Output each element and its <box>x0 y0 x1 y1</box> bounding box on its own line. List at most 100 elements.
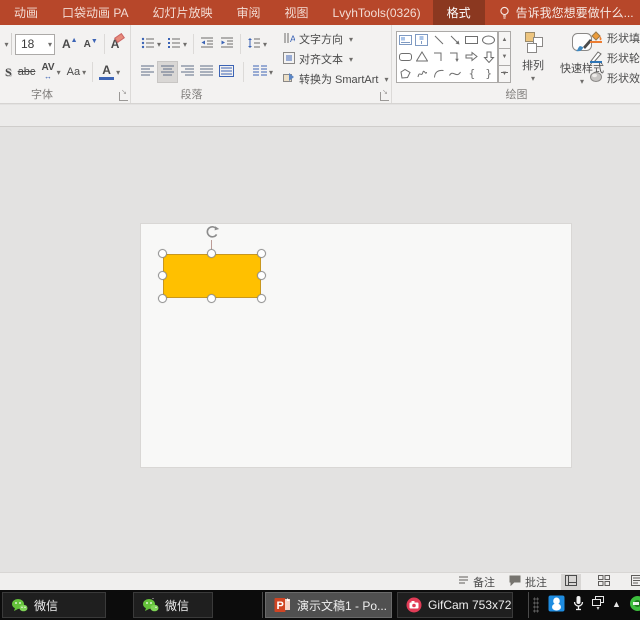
tab-review[interactable]: 审阅 <box>224 0 272 25</box>
line-spacing-button[interactable]: ▾ <box>244 33 270 55</box>
decrease-indent-button[interactable] <box>197 33 217 55</box>
divider <box>193 34 194 54</box>
qq-tray-icon[interactable] <box>548 595 565 612</box>
shape-block-arrow-right-icon[interactable] <box>464 49 481 66</box>
notes-button[interactable]: 备注 <box>458 574 495 590</box>
taskbar-powerpoint[interactable]: P 演示文稿1 - Po... <box>265 592 392 618</box>
font-size-combo[interactable]: 18 ▾ <box>15 34 55 55</box>
microphone-tray-icon[interactable] <box>573 595 584 612</box>
shape-elbow-arrow-connector-icon[interactable] <box>447 49 464 66</box>
increase-indent-button[interactable] <box>217 33 237 55</box>
shape-textbox-vertical-icon[interactable] <box>414 32 431 49</box>
shape-effects-icon <box>589 70 603 86</box>
shape-line-icon[interactable] <box>430 32 447 49</box>
shape-triangle-icon[interactable] <box>414 49 431 66</box>
distribute-text-button[interactable] <box>216 61 237 83</box>
change-case-button[interactable]: Aa▾ <box>64 61 89 83</box>
chevron-down-icon: ▾ <box>349 55 353 64</box>
shape-rectangle-icon[interactable] <box>464 32 481 49</box>
shape-elbow-connector-icon[interactable] <box>430 49 447 66</box>
divider <box>92 62 93 82</box>
arrange-button[interactable]: 排列 ▾ <box>515 29 551 91</box>
restore-windows-tray-icon[interactable]: ▾ <box>592 596 604 611</box>
normal-view-button[interactable] <box>561 574 581 590</box>
shrink-font-glyph: A <box>84 39 91 50</box>
selection-handle-sw[interactable] <box>158 294 167 303</box>
selection-handle-e[interactable] <box>257 271 266 280</box>
tab-pocket-animation[interactable]: 口袋动画 PA <box>50 0 140 25</box>
chevron-down-icon: ▾ <box>157 40 161 49</box>
shape-oval-icon[interactable] <box>480 32 497 49</box>
grow-font-button[interactable]: A▲ <box>59 33 81 55</box>
shape-arc-icon[interactable] <box>430 65 447 82</box>
tab-slideshow[interactable]: 幻灯片放映 <box>140 0 224 25</box>
text-shadow-button[interactable]: S <box>2 61 15 83</box>
shape-block-arrow-down-icon[interactable] <box>480 49 497 66</box>
wechat-icon <box>11 598 28 613</box>
selected-rectangle-shape[interactable] <box>163 254 261 298</box>
slide-sorter-view-button[interactable] <box>594 574 614 590</box>
font-color-button[interactable]: A ▾ <box>96 61 123 83</box>
selection-handle-se[interactable] <box>257 294 266 303</box>
taskbar-wechat-1[interactable]: 微信 <box>2 592 106 618</box>
green-app-tray-icon[interactable] <box>629 595 640 612</box>
chevron-down-icon: ▾ <box>116 68 120 77</box>
chevron-down-icon: ▾ <box>580 77 584 86</box>
shape-rounded-rectangle-icon[interactable] <box>397 49 414 66</box>
gallery-scroll-down-button[interactable]: ▼ <box>498 49 511 66</box>
align-text-button[interactable]: 对齐文本 ▾ <box>283 51 388 67</box>
selection-handle-nw[interactable] <box>158 249 167 258</box>
shape-fill-button[interactable]: 形状填充 <box>589 30 640 46</box>
show-hidden-icons-arrow[interactable]: ▲ <box>612 599 621 609</box>
justify-button[interactable] <box>197 61 216 83</box>
align-right-button[interactable] <box>178 61 197 83</box>
selection-handle-n[interactable] <box>207 249 216 258</box>
shape-outline-button[interactable]: 形状轮廓 <box>589 50 640 66</box>
divider <box>243 62 244 82</box>
slide-editing-area <box>0 128 640 572</box>
align-left-button[interactable] <box>138 61 157 83</box>
gallery-scroll-up-button[interactable]: ▲ <box>498 31 511 49</box>
font-color-swatch <box>99 77 114 80</box>
shape-outline-label: 形状轮廓 <box>607 50 640 66</box>
tell-me-box[interactable]: 告诉我您想要做什么... <box>499 0 634 25</box>
shape-effects-button[interactable]: 形状效果 <box>589 70 640 86</box>
tab-view[interactable]: 视图 <box>273 0 321 25</box>
strikethrough-button[interactable]: abc <box>15 61 39 83</box>
selection-handle-ne[interactable] <box>257 249 266 258</box>
shape-left-brace-icon[interactable]: { <box>464 65 481 82</box>
convert-smartart-button[interactable]: 转换为 SmartArt ▾ <box>283 71 388 87</box>
bullets-button[interactable]: ▾ <box>138 33 164 55</box>
shape-curve-icon[interactable] <box>447 65 464 82</box>
shape-right-brace-icon[interactable]: } <box>480 65 497 82</box>
shape-arrow-icon[interactable] <box>447 32 464 49</box>
comments-button[interactable]: 批注 <box>509 574 547 590</box>
character-spacing-button[interactable]: AV↔ ▾ <box>38 61 63 83</box>
clear-formatting-button[interactable]: A <box>108 33 123 55</box>
wechat-icon <box>142 598 159 613</box>
tab-format-active[interactable]: 格式 <box>433 0 485 25</box>
shape-textbox-horizontal-icon[interactable] <box>397 32 414 49</box>
shrink-font-button[interactable]: A▼ <box>81 33 101 55</box>
paragraph-dialog-launcher-icon[interactable] <box>380 92 389 101</box>
selection-handle-s[interactable] <box>207 294 216 303</box>
tab-lvyhtools[interactable]: LvyhTools(0326) <box>321 0 433 25</box>
numbering-button[interactable]: ▾ <box>164 33 190 55</box>
columns-button[interactable]: ▾ <box>250 61 276 83</box>
taskbar-wechat-2[interactable]: 微信 <box>133 592 213 618</box>
reading-view-button[interactable] <box>627 574 640 590</box>
text-direction-button[interactable]: A 文字方向 ▾ <box>283 31 388 47</box>
shape-scribble-icon[interactable] <box>414 65 431 82</box>
selection-handle-w[interactable] <box>158 271 167 280</box>
align-text-label: 对齐文本 <box>299 51 343 67</box>
font-name-dropdown-cut[interactable]: ▾ <box>0 33 12 55</box>
decrease-indent-icon <box>200 37 214 52</box>
shape-freeform-icon[interactable] <box>397 65 414 82</box>
slide[interactable] <box>140 223 572 468</box>
rotation-handle-icon[interactable] <box>204 224 220 240</box>
align-right-icon <box>181 65 194 79</box>
gallery-more-button[interactable]: ▼ <box>498 66 511 83</box>
tab-animation[interactable]: 动画 <box>2 0 50 25</box>
taskbar-gifcam[interactable]: GifCam 753x729 <box>397 592 513 618</box>
align-center-button[interactable] <box>157 61 178 83</box>
